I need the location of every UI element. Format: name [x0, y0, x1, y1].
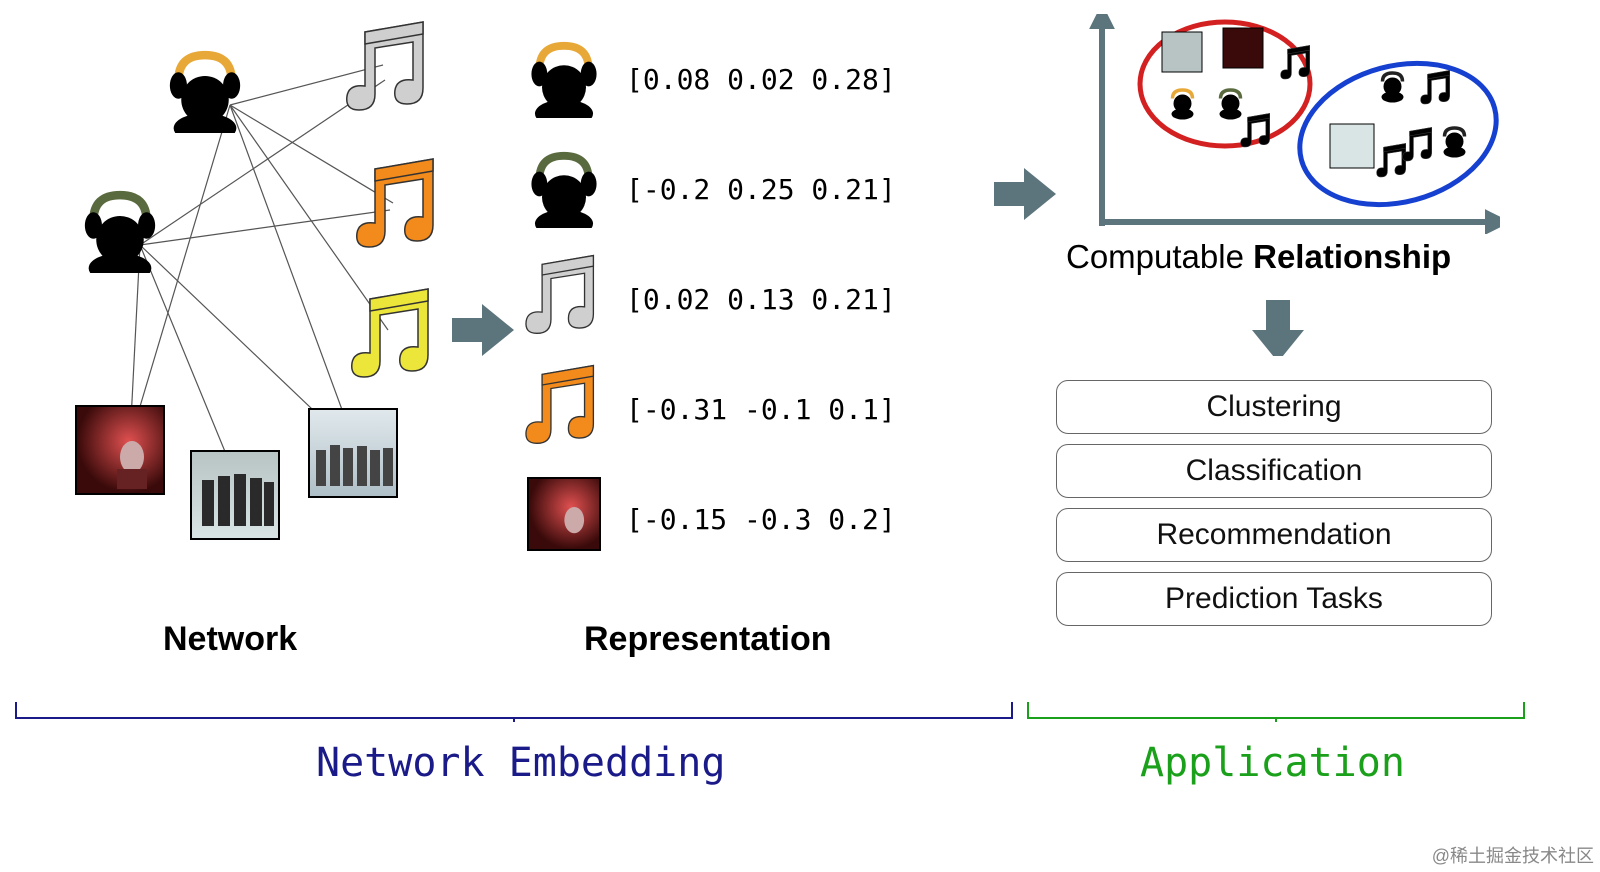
application-box: Recommendation: [1056, 508, 1492, 562]
listener-icon: [160, 38, 250, 133]
vector-value: [-0.15 -0.3 0.2]: [626, 503, 896, 536]
vector-row: [0.02 0.13 0.21]: [530, 260, 896, 338]
application-box: Prediction Tasks: [1056, 572, 1492, 626]
music-note-icon: [355, 155, 440, 250]
arrow-icon: [994, 168, 1060, 224]
music-note-icon: [524, 252, 600, 336]
band-photo: [527, 477, 601, 551]
watermark: @稀土掘金技术社区: [1432, 842, 1594, 868]
section-label-representation: Representation: [584, 620, 832, 659]
listener-icon: [524, 30, 604, 118]
arrow-icon: [452, 304, 518, 360]
vector-row: [-0.15 -0.3 0.2]: [530, 480, 896, 558]
bracket-left: [14, 700, 1014, 722]
arrow-down-icon: [1240, 300, 1304, 356]
representation-panel: [0.08 0.02 0.28] [-0.2 0.25 0.21] [0.02 …: [530, 40, 960, 600]
application-box: Clustering: [1056, 380, 1492, 434]
relationship-label: Computable Relationship: [1066, 238, 1451, 276]
bracket-label-app: Application: [1140, 740, 1405, 786]
bracket-label-netemb: Network Embedding: [316, 740, 725, 786]
vector-row: [-0.2 0.25 0.21]: [530, 150, 896, 228]
vector-value: [0.02 0.13 0.21]: [626, 283, 896, 316]
listener-icon: [524, 140, 604, 228]
vector-row: [0.08 0.02 0.28]: [530, 40, 896, 118]
vector-row: [-0.31 -0.1 0.1]: [530, 370, 896, 448]
vector-value: [0.08 0.02 0.28]: [626, 63, 896, 96]
bracket-right: [1026, 700, 1526, 722]
music-note-icon: [345, 18, 430, 113]
band-photo: [308, 408, 398, 498]
application-box: Classification: [1056, 444, 1492, 498]
relationship-plot: [1080, 14, 1500, 234]
listener-icon: [75, 178, 165, 273]
vector-value: [-0.2 0.25 0.21]: [626, 173, 896, 206]
band-photo: [75, 405, 165, 495]
network-panel: [40, 20, 470, 560]
vector-value: [-0.31 -0.1 0.1]: [626, 393, 896, 426]
band-photo: [190, 450, 280, 540]
music-note-icon: [524, 362, 600, 446]
music-note-icon: [350, 285, 435, 380]
section-label-network: Network: [163, 620, 297, 659]
